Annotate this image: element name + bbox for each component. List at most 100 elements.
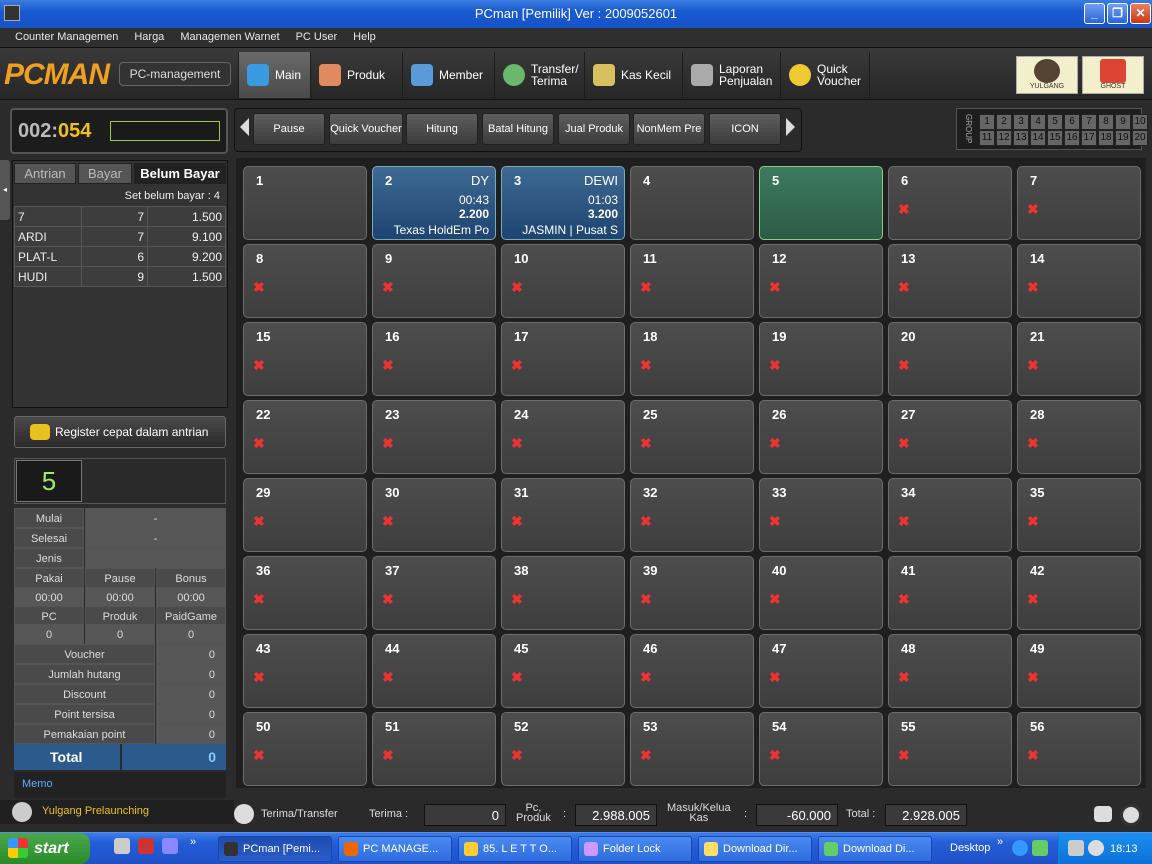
desktop-toolbar[interactable]: Desktop <box>950 842 990 854</box>
group-cell[interactable]: 10 <box>1132 114 1148 130</box>
pc-tile[interactable]: 40✖ <box>759 556 883 630</box>
pc-tile[interactable]: 26✖ <box>759 400 883 474</box>
pc-tile[interactable]: 37✖ <box>372 556 496 630</box>
tab-transfer-terima[interactable]: Transfer/ Terima <box>494 52 584 98</box>
pc-tile[interactable]: 38✖ <box>501 556 625 630</box>
group-cell[interactable]: 11 <box>979 130 995 146</box>
tab-quick-voucher[interactable]: Quick Voucher <box>780 52 870 98</box>
menu-pc-user[interactable]: PC User <box>288 28 346 43</box>
jual-produk-button[interactable]: Jual Produk <box>558 113 630 145</box>
group-cell[interactable]: 17 <box>1081 130 1097 146</box>
group-cell[interactable]: 16 <box>1064 130 1080 146</box>
table-row[interactable]: ARDI79.100 <box>15 227 226 247</box>
pc-tile[interactable]: 20✖ <box>888 322 1012 396</box>
pc-tile[interactable]: 51✖ <box>372 712 496 786</box>
pc-tile[interactable]: 54✖ <box>759 712 883 786</box>
taskbar-item[interactable]: 85. L E T T O... <box>458 836 572 862</box>
taskbar-item[interactable]: Download Di... <box>818 836 932 862</box>
maximize-button[interactable]: ❐ <box>1107 3 1128 24</box>
pc-tile[interactable]: 39✖ <box>630 556 754 630</box>
table-row[interactable]: PLAT-L69.200 <box>15 247 226 267</box>
pc-tile[interactable]: 48✖ <box>888 634 1012 708</box>
quicklaunch-icon[interactable] <box>162 838 178 854</box>
pc-tile[interactable]: 34✖ <box>888 478 1012 552</box>
pc-tile[interactable]: 50✖ <box>243 712 367 786</box>
pc-tile[interactable]: 8✖ <box>243 244 367 318</box>
more-icon[interactable]: » <box>997 836 1003 848</box>
hitung-button[interactable]: Hitung <box>406 113 478 145</box>
group-cell[interactable]: 8 <box>1098 114 1114 130</box>
pc-tile[interactable]: 25✖ <box>630 400 754 474</box>
pc-tile[interactable]: 5 <box>759 166 883 240</box>
back-icon[interactable] <box>1012 840 1028 856</box>
scroll-right-arrow[interactable] <box>786 118 795 136</box>
pc-tile[interactable]: 43✖ <box>243 634 367 708</box>
group-cell[interactable]: 19 <box>1115 130 1131 146</box>
pc-tile[interactable]: 56✖ <box>1017 712 1141 786</box>
group-cell[interactable]: 2 <box>996 114 1012 130</box>
scroll-left-arrow[interactable] <box>240 118 249 136</box>
taskbar-item[interactable]: Download Dir... <box>698 836 812 862</box>
batal-hitung-button[interactable]: Batal Hitung <box>482 113 554 145</box>
table-row[interactable]: HUDI91.500 <box>15 267 226 287</box>
quicklaunch-icon[interactable] <box>138 838 154 854</box>
group-cell[interactable]: 3 <box>1013 114 1029 130</box>
icon-button[interactable]: ICON <box>709 113 781 145</box>
tab-antrian[interactable]: Antrian <box>14 163 76 184</box>
minimize-button[interactable]: _ <box>1084 3 1105 24</box>
taskbar-item[interactable]: Folder Lock <box>578 836 692 862</box>
taskbar-item[interactable]: PCman [Pemi... <box>218 836 332 862</box>
pc-tile[interactable]: 32✖ <box>630 478 754 552</box>
more-icon[interactable]: » <box>190 836 196 848</box>
pc-tile[interactable]: 41✖ <box>888 556 1012 630</box>
pc-tile[interactable]: 15✖ <box>243 322 367 396</box>
tab-belum-bayar[interactable]: Belum Bayar <box>134 163 226 184</box>
menu-managemen-warnet[interactable]: Managemen Warnet <box>172 28 287 43</box>
pc-tile[interactable]: 27✖ <box>888 400 1012 474</box>
timer-input[interactable] <box>110 121 220 141</box>
group-cell[interactable]: 5 <box>1047 114 1063 130</box>
pc-tile[interactable]: 55✖ <box>888 712 1012 786</box>
group-cell[interactable]: 6 <box>1064 114 1080 130</box>
pc-tile[interactable]: 14✖ <box>1017 244 1141 318</box>
ghost-button[interactable]: GHOST <box>1082 56 1144 94</box>
group-cell[interactable]: 1 <box>979 114 995 130</box>
pc-tile[interactable]: 35✖ <box>1017 478 1141 552</box>
tab-bayar[interactable]: Bayar <box>78 163 132 184</box>
memo-field[interactable]: Memo <box>14 772 226 798</box>
pc-tile[interactable]: 6✖ <box>888 166 1012 240</box>
pc-tile[interactable]: 29✖ <box>243 478 367 552</box>
group-cell[interactable]: 14 <box>1030 130 1046 146</box>
tray-app-icon[interactable] <box>1032 840 1048 856</box>
pc-tile[interactable]: 24✖ <box>501 400 625 474</box>
pc-tile[interactable]: 12✖ <box>759 244 883 318</box>
close-button[interactable]: ✕ <box>1130 3 1151 24</box>
pc-tile[interactable]: 46✖ <box>630 634 754 708</box>
pc-tile[interactable]: 30✖ <box>372 478 496 552</box>
group-cell[interactable]: 20 <box>1132 130 1148 146</box>
nonmem-pre-button[interactable]: NonMem Pre <box>633 113 705 145</box>
volume-icon[interactable] <box>1088 840 1104 856</box>
pc-tile[interactable]: 52✖ <box>501 712 625 786</box>
pc-tile[interactable]: 10✖ <box>501 244 625 318</box>
tab-member[interactable]: Member <box>402 52 494 98</box>
pc-tile[interactable]: 16✖ <box>372 322 496 396</box>
quick-voucher-button[interactable]: Quick Voucher <box>329 113 403 145</box>
pc-tile[interactable]: 45✖ <box>501 634 625 708</box>
yulgang-button[interactable]: YULGANG <box>1016 56 1078 94</box>
tab-produk[interactable]: Produk <box>310 52 402 98</box>
pc-tile[interactable]: 33✖ <box>759 478 883 552</box>
pc-tile[interactable]: 22✖ <box>243 400 367 474</box>
pause-button[interactable]: Pause <box>253 113 325 145</box>
menu-harga[interactable]: Harga <box>126 28 172 43</box>
pc-tile[interactable]: 21✖ <box>1017 322 1141 396</box>
pc-tile[interactable]: 42✖ <box>1017 556 1141 630</box>
refresh-icon[interactable] <box>234 804 254 824</box>
menu-counter-managemen[interactable]: Counter Managemen <box>0 28 126 43</box>
menu-help[interactable]: Help <box>345 28 384 43</box>
pc-tile[interactable]: 49✖ <box>1017 634 1141 708</box>
group-cell[interactable]: 13 <box>1013 130 1029 146</box>
group-cell[interactable]: 15 <box>1047 130 1063 146</box>
pc-tile[interactable]: 31✖ <box>501 478 625 552</box>
pc-tile[interactable]: 7✖ <box>1017 166 1141 240</box>
